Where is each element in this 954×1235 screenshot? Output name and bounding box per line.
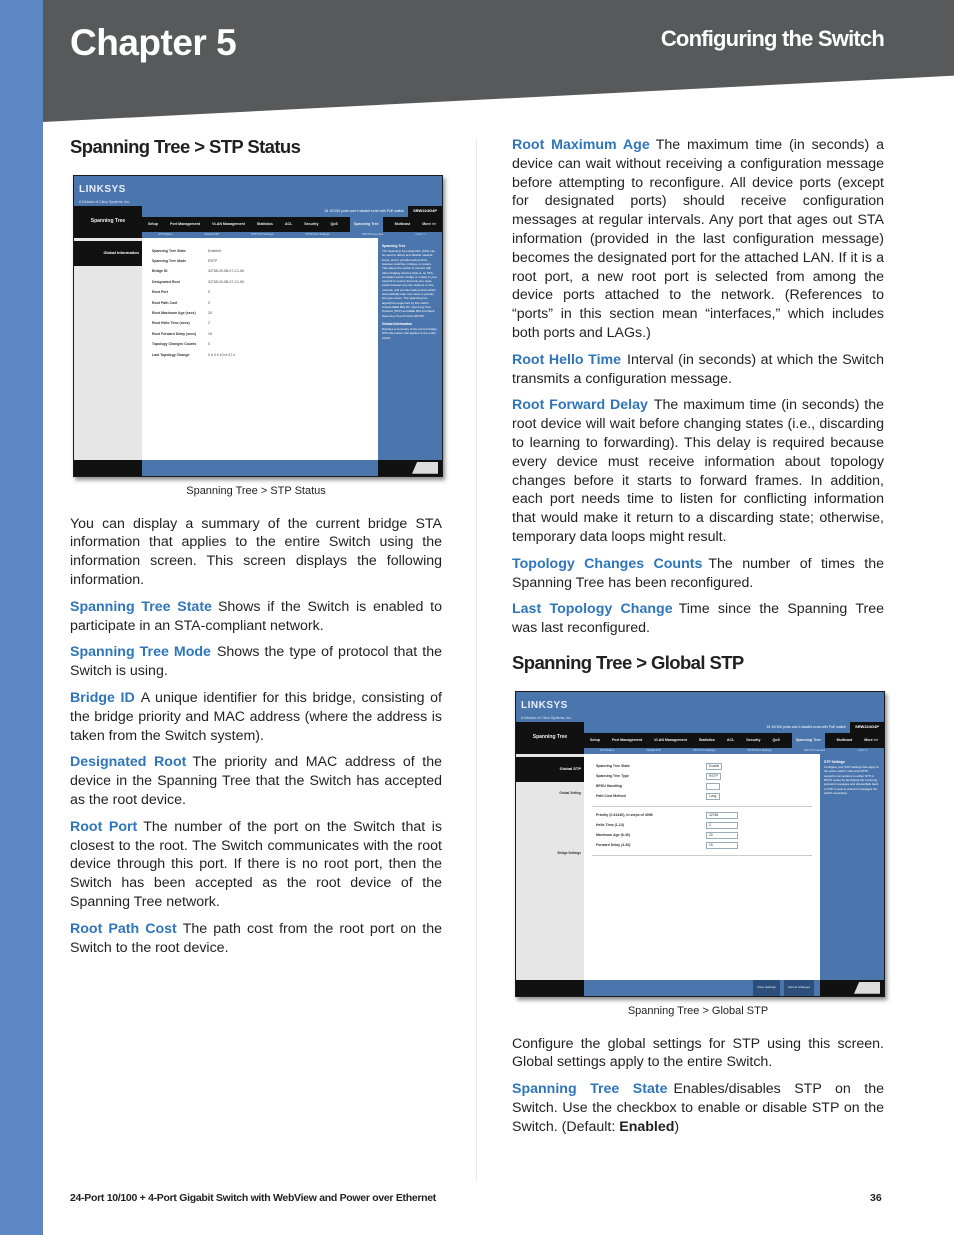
definition-term: Root Port [70, 818, 138, 835]
cisco-logo-icon [412, 461, 438, 474]
logo-subtitle: A Division of Cisco Systems, Inc. [79, 199, 130, 204]
screenshot-sidebar: Global STP Global Setting Bridge Setting… [516, 753, 584, 980]
global-stp-screenshot: LINKSYS A Division of Cisco Systems, Inc… [515, 690, 885, 997]
definition-item: Root Port The number of the port on the S… [70, 818, 442, 912]
help-text: Configure your STP settings that apply t… [824, 765, 879, 795]
definition-item: Root Path Cost The path cost from the roo… [70, 920, 442, 958]
screenshot-main-tabs: Setup Port Management VLAN Management St… [584, 727, 884, 753]
definition-term: Root Forward Delay [512, 397, 648, 414]
definition-item: Root Hello Time Interval (in seconds) at … [512, 351, 884, 389]
status-value: 0 d 0 h 10 m 47 s [208, 352, 236, 357]
definition-item: Root Maximum Age The maximum time (in sec… [512, 136, 884, 343]
status-value: 32768-00-0B-07-C1-60 [208, 279, 244, 284]
definition-term: Bridge ID [70, 689, 135, 706]
form-control[interactable]: 2 [706, 822, 738, 830]
stp-status-caption: Spanning Tree > STP Status [186, 484, 326, 497]
right-column: Root Maximum Age The maximum time (in sec… [512, 136, 885, 1145]
definition-term: Spanning Tree State [70, 598, 212, 615]
definition-term: Last Topology Change [512, 601, 673, 618]
page-left-accent-bar [0, 0, 43, 1235]
form-label: Path Cost Method [596, 794, 626, 799]
screenshot-banner: LINKSYS A Division of Cisco Systems, Inc… [74, 175, 442, 206]
footer-product-name: 24-Port 10/100 + 4-Port Gigabit Switch w… [70, 1192, 437, 1204]
definition-item: Designated Root The priority and MAC addr… [70, 753, 442, 809]
screenshot-help-panel: Spanning Tree The Spanning Tree Algorith… [378, 237, 442, 460]
definition-term: Topology Changes Counts [512, 555, 703, 572]
status-row: Last Topology Change 0 d 0 h 10 m 47 s [142, 350, 378, 360]
column-divider [476, 140, 477, 1180]
screenshot-footer [74, 459, 442, 476]
logo-subtitle: A Division of Cisco Systems, Inc. [521, 715, 572, 720]
definition-item: Topology Changes Counts The number of tim… [512, 555, 884, 593]
page-number: 36 [870, 1192, 882, 1204]
definition-item: Root Forward Delay The maximum time (in s… [512, 396, 884, 546]
left-column: Spanning Tree > STP Status LINKSYS A Div… [70, 136, 443, 965]
definition-item: Spanning Tree Mode Shows the type of prot… [70, 643, 442, 681]
definition-term: Spanning Tree Mode [70, 644, 211, 661]
definition-term: Root Maximum Age [512, 137, 650, 153]
form-control[interactable]: Enable [706, 763, 723, 771]
help-title-2: Global Information [382, 321, 413, 326]
help-text-2: Displays a summary of the current bridge… [382, 327, 437, 340]
screenshot-main-tabs: Setup Port Management VLAN Management St… [142, 211, 442, 237]
status-label: Last Topology Change [152, 352, 190, 357]
help-title: STP Settings [824, 759, 845, 764]
stp-status-heading: Spanning Tree > STP Status [70, 136, 301, 157]
stp-status-intro: You can display a summary of the current… [70, 515, 442, 588]
form-control[interactable]: 32768 [706, 812, 738, 820]
global-stp-intro: Configure the global settings for STP us… [512, 1035, 884, 1071]
screenshot-footer: Save Settings Cancel Changes [516, 977, 884, 996]
global-stp-heading: Spanning Tree > Global STP [512, 651, 744, 673]
chapter-title: Chapter 5 [70, 22, 237, 63]
definition-term: Spanning Tree State [512, 1081, 668, 1098]
sidebar-sub-global-setting: Global Setting [559, 790, 581, 795]
stp-status-screenshot: LINKSYS A Division of Cisco Systems, Inc… [73, 174, 443, 477]
cancel-changes-button[interactable]: Cancel Changes [783, 977, 814, 996]
definition-spanning-tree-state: Spanning Tree State Enables/disables STP … [512, 1080, 884, 1136]
help-text: The Spanning Tree Algorithm (STA) can be… [382, 249, 438, 318]
screenshot-help-panel: STP Settings Configure your STP settings… [820, 753, 884, 980]
global-stp-form: Spanning Tree State Enable Spanning Tree T… [584, 753, 820, 980]
global-stp-caption: Spanning Tree > Global STP [627, 1004, 769, 1017]
default-value: Enabled [619, 1118, 675, 1135]
sidebar-sub-bridge-settings: Bridge Settings [557, 851, 581, 856]
form-control[interactable]: Long [706, 793, 720, 801]
sidebar-label-global-stp: Global STP [516, 756, 584, 782]
help-title: Spanning Tree [382, 243, 406, 248]
sidebar-label-global-information: Global Information [74, 240, 142, 266]
definition-term: Root Path Cost [70, 920, 177, 937]
cisco-logo-icon [854, 981, 880, 994]
form-label: Forward Delay (4-30) [596, 843, 631, 848]
save-settings-button[interactable]: Save Settings [753, 977, 780, 996]
screenshot-banner: LINKSYS A Division of Cisco Systems, Inc… [516, 691, 884, 722]
definition-text: The maximum time (in seconds) the root d… [512, 397, 885, 545]
form-row: Forward Delay (4-30) 15 [584, 841, 820, 851]
form-control[interactable]: 20 [706, 832, 738, 840]
definition-item: Last Topology Change Time since the Spann… [512, 600, 884, 638]
form-control[interactable]: RSTP [706, 773, 721, 781]
definition-term: Designated Root [70, 754, 187, 771]
form-control[interactable] [706, 783, 720, 791]
definition-item: Bridge ID A unique identifier for this br… [70, 689, 442, 745]
form-control[interactable]: 15 [706, 842, 738, 850]
screenshot-sidebar: Global Information [74, 237, 142, 460]
stp-status-table: Spanning Tree State Enabled Spanning Tree … [142, 237, 378, 460]
definition-text-close: ) [674, 1118, 680, 1135]
definition-term: Root Hello Time [512, 351, 622, 368]
definition-item: Spanning Tree State Shows if the Switch i… [70, 598, 442, 636]
definition-text: The maximum time (in seconds) a device c… [512, 137, 884, 341]
form-row: Path Cost Method Long [584, 792, 820, 802]
section-title: Configuring the Switch [660, 26, 885, 51]
